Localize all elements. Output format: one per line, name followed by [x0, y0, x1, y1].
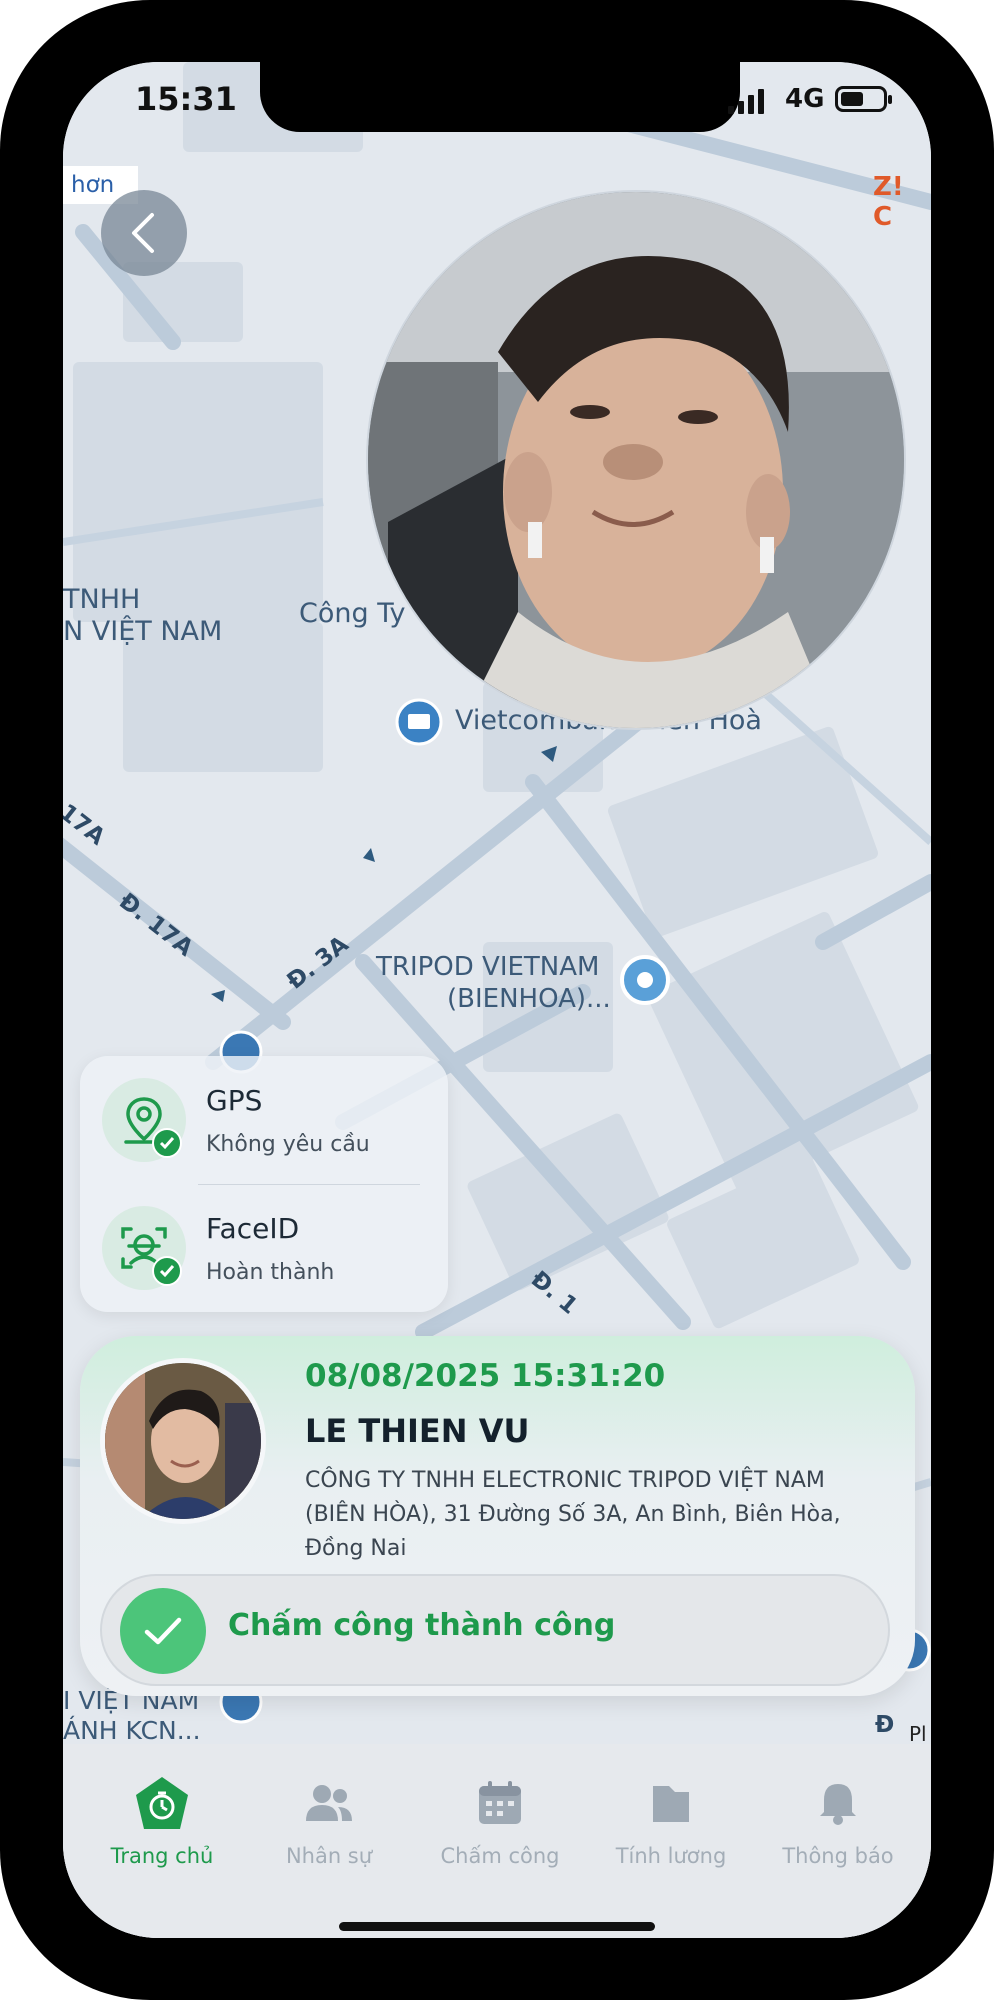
nav-label-home: Trang chủ: [110, 1844, 214, 1868]
status-time: 15:31: [135, 80, 237, 118]
signal-icon: [728, 88, 764, 114]
nav-item-home[interactable]: Trang chủ: [77, 1774, 247, 1868]
network-type: 4G: [785, 84, 825, 114]
people-icon: [306, 1785, 352, 1821]
gps-check-icon: [152, 1128, 182, 1158]
avatar: [100, 1358, 266, 1524]
status-bar: 15:31 4G: [63, 62, 931, 154]
nav-label-payroll: Tính lương: [615, 1844, 727, 1868]
folder-icon: [653, 1786, 689, 1822]
nav-item-staff[interactable]: Nhân sự: [244, 1774, 414, 1868]
gps-status-row: GPS Không yêu cầu: [80, 1056, 448, 1185]
faceid-status-row: FaceID Hoàn thành: [80, 1184, 448, 1312]
faceid-title: FaceID: [206, 1212, 300, 1245]
nav-label-staff: Nhân sự: [285, 1844, 373, 1868]
nav-label-notifications: Thông báo: [782, 1844, 894, 1868]
home-timer-icon: [136, 1777, 188, 1829]
success-message: Chấm công thành công: [228, 1608, 616, 1643]
success-banner: Chấm công thành công: [100, 1574, 890, 1686]
gps-icon-wrap: [102, 1078, 186, 1162]
face-capture-photo: [366, 190, 906, 730]
app-screen: TNHH N VIỆT NAM Công Ty Vietcombank Biên…: [63, 62, 931, 1938]
success-check-icon: [120, 1588, 206, 1674]
nav-label-attendance: Chấm công: [440, 1844, 560, 1868]
map-partial-tag-right[interactable]: Z! C: [873, 172, 931, 232]
gps-status: Không yêu cầu: [206, 1132, 370, 1157]
map-label-tripod: TRIPOD VIETNAM: [376, 952, 600, 982]
map-label-bottom-left-2: ÁNH KCN...: [63, 1716, 201, 1745]
phone-frame: TNHH N VIỆT NAM Công Ty Vietcombank Biên…: [0, 0, 994, 2000]
faceid-status: Hoàn thành: [206, 1260, 335, 1285]
bank-pin[interactable]: [395, 698, 443, 746]
battery-icon: [835, 86, 892, 112]
bell-icon: [820, 1784, 856, 1825]
home-indicator[interactable]: [339, 1922, 655, 1931]
checkin-datetime: 08/08/2025 15:31:20: [305, 1358, 666, 1394]
back-button[interactable]: [101, 190, 187, 276]
tripod-location-pin[interactable]: [620, 955, 670, 1005]
map-label-cong-ty: Công Ty: [299, 598, 406, 629]
notch: [260, 62, 740, 132]
map-label-company: TNHH: [63, 584, 141, 615]
chevron-left-icon: [132, 213, 154, 253]
nav-item-payroll[interactable]: Tính lương: [586, 1774, 756, 1868]
road-label-bottom-right: Đ: [875, 1712, 895, 1738]
nav-item-notifications[interactable]: Thông báo: [753, 1774, 923, 1868]
calendar-icon: [479, 1781, 521, 1824]
employee-name: LE THIEN VU: [305, 1412, 530, 1450]
faceid-check-icon: [152, 1256, 182, 1286]
company-address: CÔNG TY TNHH ELECTRONIC TRIPOD VIỆT NAM …: [305, 1468, 841, 1561]
avatar-image: [105, 1363, 261, 1519]
checkin-result-card: 08/08/2025 15:31:20 LE THIEN VU CÔNG TY …: [80, 1336, 915, 1696]
map-label-tripod-2: (BIENHOA)...: [447, 984, 611, 1014]
faceid-icon-wrap: [102, 1206, 186, 1290]
bottom-navigation: Trang chủ Nhân sự Chấm công Tính lương T…: [63, 1744, 931, 1938]
map-label-company-2: N VIỆT NAM: [63, 616, 223, 647]
nav-item-attendance[interactable]: Chấm công: [415, 1774, 585, 1868]
face-photo-image: [368, 192, 904, 728]
gps-title: GPS: [206, 1084, 263, 1117]
verification-status-card: GPS Không yêu cầu FaceID Hoàn thành: [80, 1056, 448, 1312]
map-label-bottom-right-2: Pl: [909, 1722, 927, 1746]
